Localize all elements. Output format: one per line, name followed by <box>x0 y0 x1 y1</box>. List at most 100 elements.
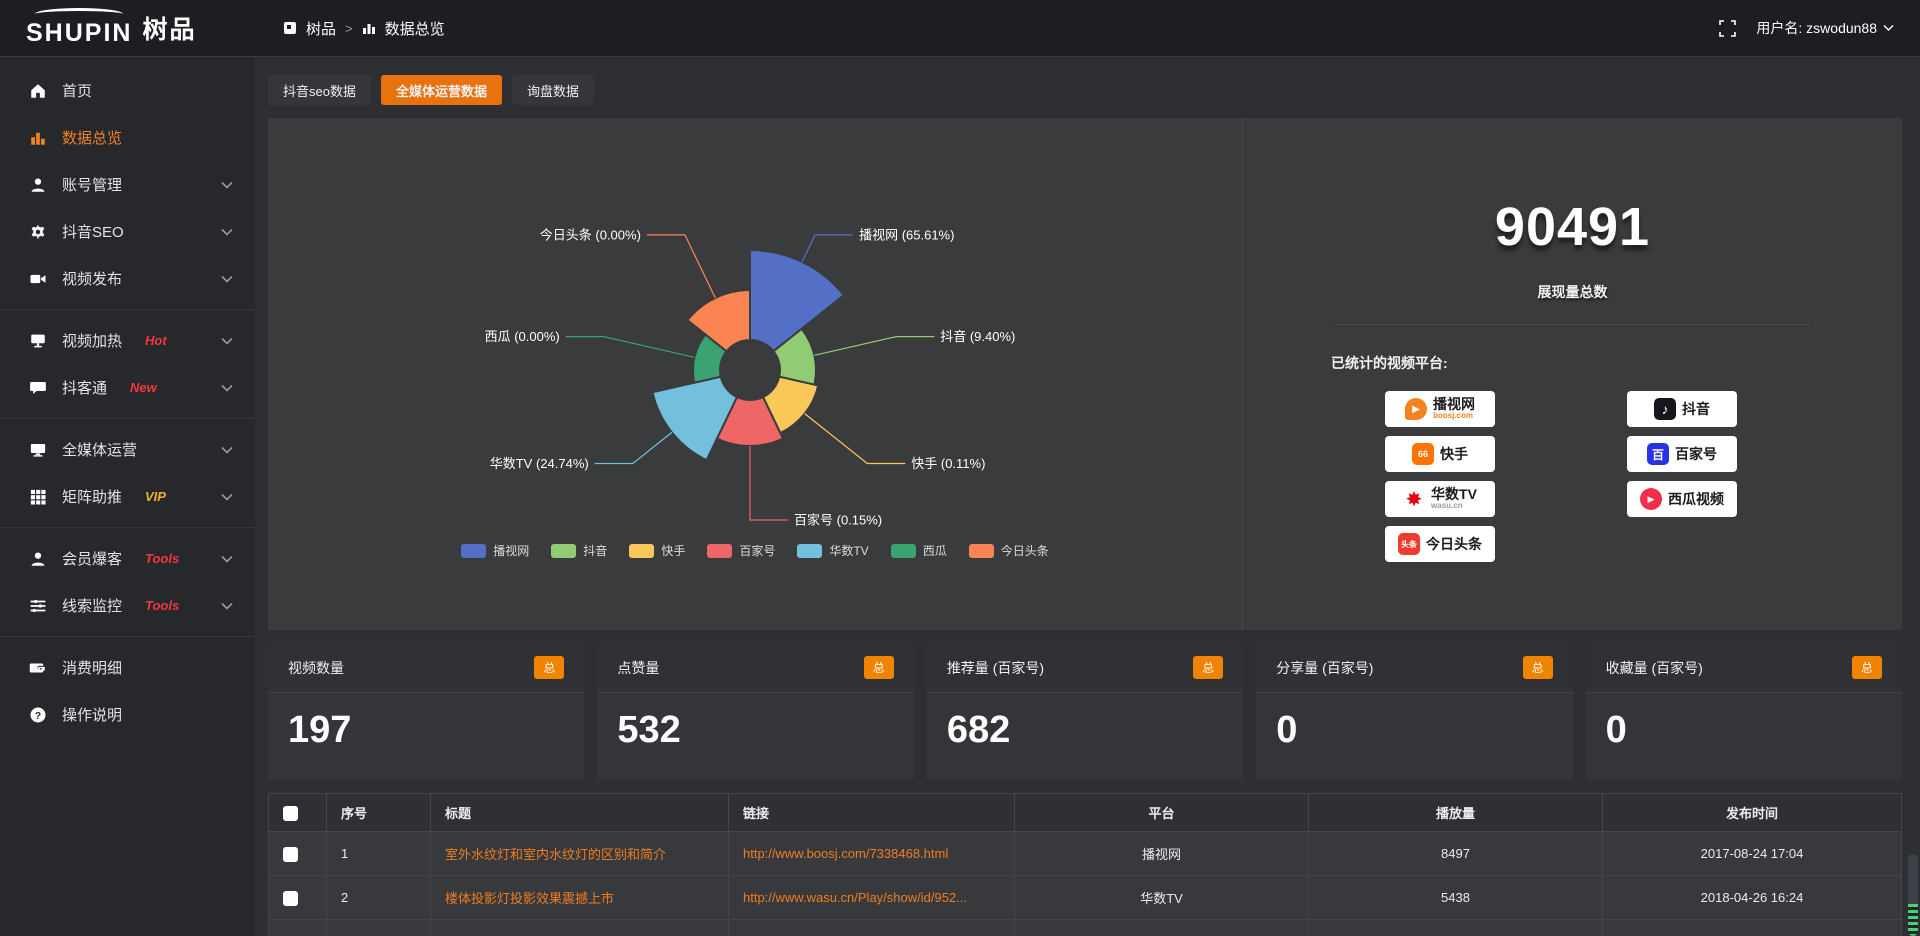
sidebar-item-视频发布[interactable]: 视频发布 <box>0 255 255 302</box>
legend-item-快手[interactable]: 快手 <box>629 542 685 559</box>
sidebar-item-label: 数据总览 <box>62 127 122 148</box>
sidebar-item-矩阵助推[interactable]: 矩阵助推VIP <box>0 473 255 520</box>
row-checkbox[interactable] <box>283 891 298 906</box>
sidebar-divider <box>0 418 255 419</box>
douyin-logo-icon: ♪ <box>1654 398 1676 420</box>
table-row: 1室外水纹灯和室内水纹灯的区别和简介http://www.boosj.com/7… <box>269 832 1902 876</box>
screen-icon <box>28 332 47 350</box>
sidebar-item-首页[interactable]: 首页 <box>0 67 255 114</box>
sidebar-item-tag: Tools <box>145 551 179 566</box>
tab-询盘数据[interactable]: 询盘数据 <box>512 75 594 105</box>
sidebar-item-数据总览[interactable]: 数据总览 <box>0 114 255 161</box>
cell-url-link[interactable]: http://www.boosj.com/7338468.html <box>729 832 1015 876</box>
sidebar-item-视频加热[interactable]: 视频加热Hot <box>0 317 255 364</box>
column-header-发布时间: 发布时间 <box>1603 794 1902 832</box>
stat-card-点赞量: 点赞量总532 <box>597 643 913 780</box>
legend-item-播视网[interactable]: 播视网 <box>461 542 529 559</box>
sidebar-item-tag: Hot <box>145 333 167 348</box>
platform-badge-百家号: 百百家号 <box>1627 436 1737 472</box>
sidebar-item-操作说明[interactable]: ?操作说明 <box>0 691 255 738</box>
cell-url-link[interactable]: http://www.wasu.cn/Play/show/id/952... <box>729 876 1015 920</box>
row-checkbox[interactable] <box>283 847 298 862</box>
stat-card-value: 0 <box>1586 693 1902 752</box>
pie-slice-华数TV[interactable] <box>653 377 737 460</box>
legend-item-今日头条[interactable]: 今日头条 <box>969 542 1049 559</box>
legend-item-华数TV[interactable]: 华数TV <box>797 542 868 559</box>
legend-item-西瓜[interactable]: 西瓜 <box>891 542 947 559</box>
app-square-icon <box>283 21 297 35</box>
sidebar-divider <box>0 309 255 310</box>
pie-label-西瓜: 西瓜 (0.00%) <box>485 329 560 344</box>
question-icon: ? <box>28 706 47 724</box>
logo-en-text: SHUPIN <box>26 19 132 48</box>
row-select-cell <box>269 876 327 920</box>
stat-card-value: 197 <box>268 693 584 752</box>
pie-label-播视网: 播视网 (65.61%) <box>859 227 954 242</box>
wasu-logo-icon: ✸ <box>1403 488 1425 510</box>
sidebar-divider <box>0 527 255 528</box>
summary-divider <box>1335 324 1809 325</box>
total-badge: 总 <box>1523 656 1553 679</box>
stat-card-视频数量: 视频数量总197 <box>268 643 584 780</box>
page-scrollbar[interactable] <box>1907 57 1919 936</box>
sidebar-item-消费明细[interactable]: 消费明细 <box>0 644 255 691</box>
username-menu[interactable]: 用户名: zswodun88 <box>1756 18 1894 38</box>
legend-item-抖音[interactable]: 抖音 <box>551 542 607 559</box>
platform-subtext: boosj.com <box>1433 412 1475 420</box>
total-badge: 总 <box>864 656 894 679</box>
chevron-down-icon <box>221 228 233 236</box>
breadcrumb-root[interactable]: 树品 <box>306 18 336 39</box>
platforms-grid: ▶播视网boosj.com♪抖音66快手百百家号✸华数TVwasu.cn▶西瓜视… <box>1385 391 1902 562</box>
toutiao-logo-icon: 头条 <box>1398 533 1420 555</box>
row-select-cell <box>269 920 327 936</box>
breadcrumb-separator: > <box>345 21 353 36</box>
select-all-checkbox[interactable] <box>283 806 298 821</box>
sidebar-item-线索监控[interactable]: 线索监控Tools <box>0 582 255 629</box>
boosj-logo-icon: ▶ <box>1405 398 1427 420</box>
column-header-链接: 链接 <box>729 794 1015 832</box>
pie-label-line-今日头条 <box>647 235 715 298</box>
breadcrumb: 树品 > 数据总览 <box>283 18 445 39</box>
table-row-partial <box>269 920 1902 936</box>
top-header: SHUPIN 树品 树品 > 数据总览 用户名: zswodun88 <box>0 0 1920 57</box>
legend-label: 抖音 <box>583 542 607 559</box>
sidebar-item-label: 全媒体运营 <box>62 439 137 460</box>
tab-抖音seo数据[interactable]: 抖音seo数据 <box>268 75 371 105</box>
chevron-down-icon <box>221 181 233 189</box>
legend-swatch <box>707 544 732 558</box>
cell-title-link[interactable]: 室外水纹灯和室内水纹灯的区别和简介 <box>431 832 729 876</box>
bar-chart-icon <box>362 21 376 35</box>
scrollbar-thumb[interactable] <box>1908 854 1918 936</box>
cell-title-link[interactable]: 楼体投影灯投影效果震撼上市 <box>431 876 729 920</box>
legend-label: 今日头条 <box>1001 542 1049 559</box>
chat-icon <box>28 379 47 397</box>
tab-全媒体运营数据[interactable]: 全媒体运营数据 <box>381 75 502 105</box>
sidebar-item-抖音SEO[interactable]: 抖音SEO <box>0 208 255 255</box>
stat-card-value: 682 <box>927 693 1243 752</box>
stat-card-header: 分享量 (百家号) 总 <box>1256 643 1572 693</box>
pie-label-line-快手 <box>805 414 906 464</box>
total-badge: 总 <box>1193 656 1223 679</box>
username-label: 用户名: zswodun88 <box>1756 18 1877 38</box>
legend-item-百家号[interactable]: 百家号 <box>707 542 775 559</box>
stat-card-label: 推荐量 (百家号) <box>947 658 1044 678</box>
stat-card-header: 视频数量总 <box>268 643 584 693</box>
total-badge: 总 <box>1852 656 1882 679</box>
sidebar-item-账号管理[interactable]: 账号管理 <box>0 161 255 208</box>
column-header-播放量: 播放量 <box>1309 794 1603 832</box>
sidebar-item-tag: Tools <box>145 598 179 613</box>
cell-time: 2017-08-24 17:04 <box>1603 832 1902 876</box>
legend-swatch <box>891 544 916 558</box>
sidebar-item-label: 会员爆客 <box>62 548 122 569</box>
pie-slice-今日头条[interactable] <box>687 290 750 351</box>
pie-label-line-抖音 <box>814 337 934 356</box>
breadcrumb-current[interactable]: 数据总览 <box>385 18 445 39</box>
select-all-cell <box>269 794 327 832</box>
sidebar-item-抖客通[interactable]: 抖客通New <box>0 364 255 411</box>
fullscreen-icon[interactable] <box>1719 20 1736 37</box>
total-impressions-value: 90491 <box>1243 196 1902 258</box>
stat-card-label: 分享量 (百家号) <box>1276 658 1373 678</box>
sidebar-item-全媒体运营[interactable]: 全媒体运营 <box>0 426 255 473</box>
cell-platform: 播视网 <box>1015 832 1309 876</box>
sidebar-item-会员爆客[interactable]: 会员爆客 Tools <box>0 535 255 582</box>
